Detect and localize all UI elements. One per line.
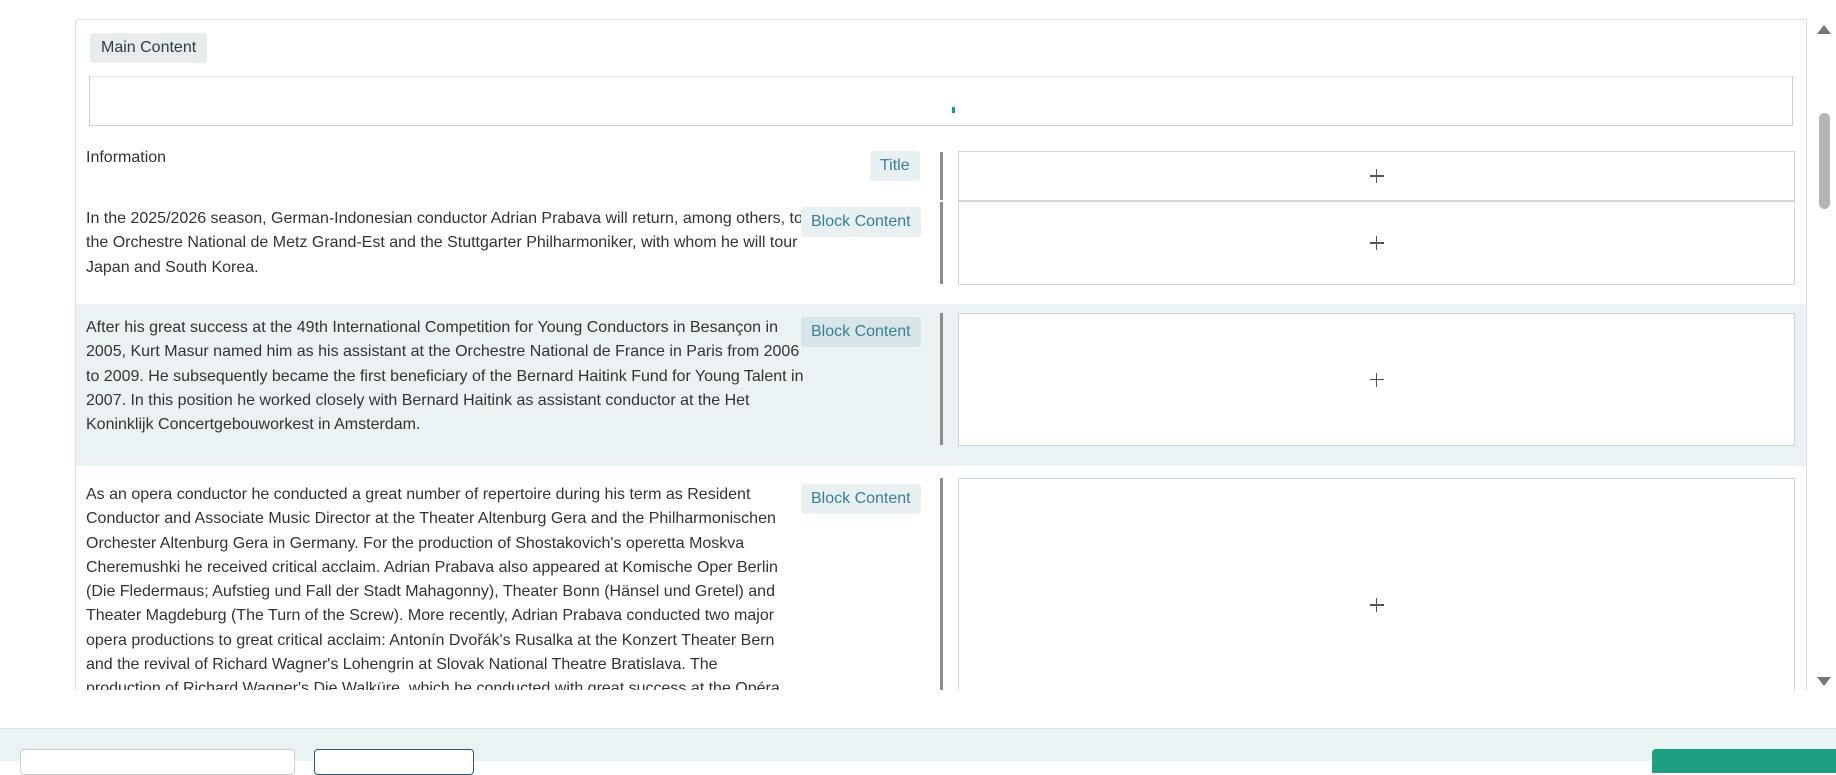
row-separator [940, 202, 943, 284]
row-type-badge: Title [870, 151, 920, 181]
row-text: Information [86, 149, 167, 166]
footer-button-outline[interactable] [314, 749, 474, 775]
editor-scroll-area[interactable]: Main Content Information Title In the 20… [0, 0, 1836, 690]
row-type-badge: Block Content [801, 484, 921, 514]
row-separator [940, 152, 943, 200]
row-separator [940, 478, 943, 690]
plus-icon [1369, 169, 1384, 183]
add-block-button[interactable] [958, 313, 1795, 446]
embedded-content-frame [89, 76, 1793, 126]
add-block-button[interactable] [958, 151, 1795, 201]
scrollbar-thumb[interactable] [1819, 113, 1830, 209]
footer-button-secondary[interactable] [20, 749, 295, 775]
row-text: After his great success at the 49th Inte… [86, 319, 804, 434]
plus-icon [1369, 372, 1384, 387]
add-block-button[interactable] [958, 201, 1795, 285]
content-row-block: In the 2025/2026 season, German-Indonesi… [76, 201, 1806, 304]
content-row-title: Information Title [76, 133, 1806, 201]
row-separator [940, 313, 943, 445]
main-content-panel: Main Content Information Title In the 20… [75, 19, 1807, 690]
add-block-button[interactable] [958, 478, 1795, 690]
footer-button-primary[interactable] [1652, 749, 1836, 773]
row-text: As an opera conductor he conducted a gre… [86, 486, 780, 690]
row-type-badge: Block Content [801, 317, 921, 347]
triangle-up-icon[interactable] [1817, 25, 1831, 34]
content-row-block: After his great success at the 49th Inte… [76, 304, 1806, 466]
vertical-scrollbar[interactable] [1812, 19, 1836, 690]
action-footer [0, 728, 1836, 775]
row-type-badge: Block Content [801, 207, 921, 237]
scroll-indicator [952, 107, 955, 113]
plus-icon [1369, 598, 1384, 612]
triangle-down-icon[interactable] [1817, 677, 1831, 686]
row-text: In the 2025/2026 season, German-Indonesi… [86, 210, 803, 276]
section-label: Main Content [90, 33, 208, 63]
content-row-block: As an opera conductor he conducted a gre… [76, 466, 1806, 690]
plus-icon [1369, 236, 1384, 250]
